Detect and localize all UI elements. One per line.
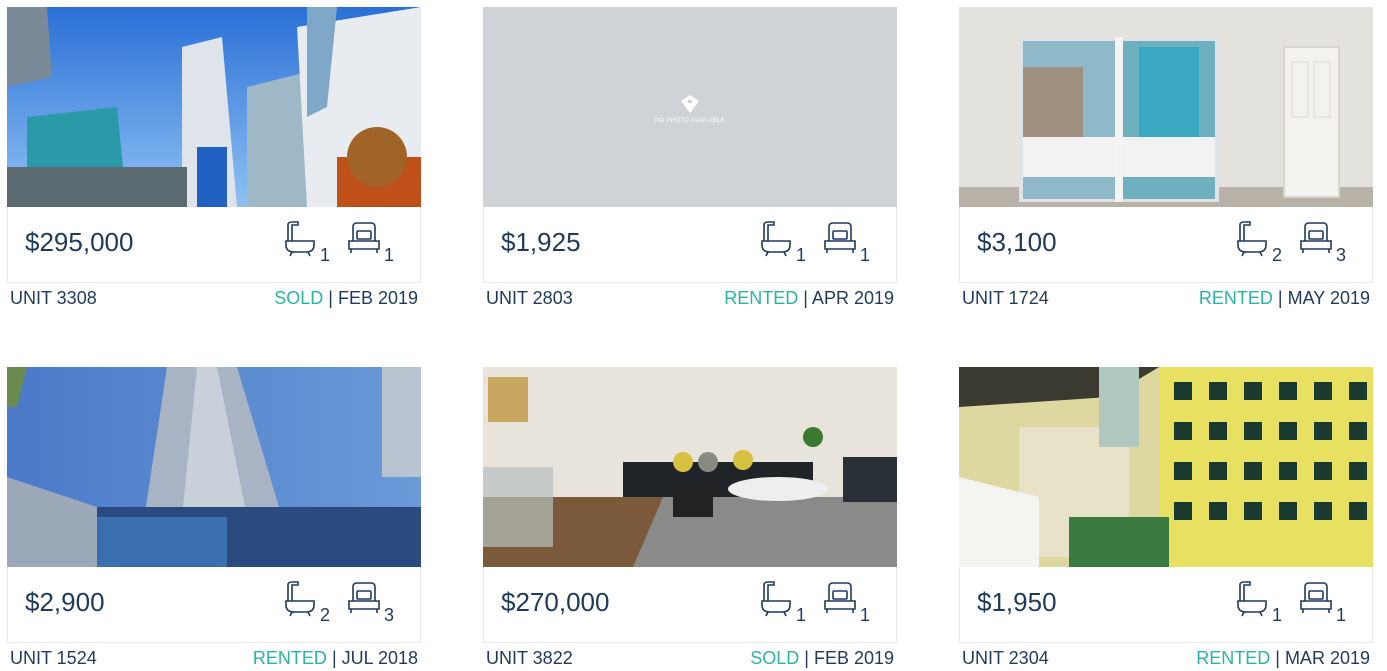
bed-icon xyxy=(348,222,380,253)
bathtub-icon xyxy=(1237,581,1267,617)
bath-count: 2 xyxy=(1272,245,1283,265)
unit-number: UNIT 3822 xyxy=(486,648,573,668)
bed-count: 3 xyxy=(384,605,395,625)
status-badge: RENTED xyxy=(252,648,327,668)
listing-photo[interactable] xyxy=(959,367,1373,567)
bed-count: 1 xyxy=(384,245,395,265)
bathtub-icon xyxy=(285,581,315,617)
listing-info-panel: $3,100 2 3 xyxy=(959,207,1373,283)
status-date: RENTED | JUL 2018 xyxy=(253,648,418,669)
listing-meta: UNIT 2803 RENTED | APR 2019 xyxy=(483,288,897,314)
status-badge: SOLD xyxy=(750,648,800,668)
status-date-text: | FEB 2019 xyxy=(804,648,894,668)
bed-icon xyxy=(348,582,380,613)
unit-number: UNIT 3308 xyxy=(10,288,97,308)
bath-count: 1 xyxy=(796,245,807,265)
bathtub-icon xyxy=(761,221,791,257)
listing-photo[interactable] xyxy=(483,367,897,567)
listing-price: $2,900 xyxy=(25,587,105,617)
unit-number: UNIT 1524 xyxy=(10,648,97,668)
listing-meta: UNIT 1524 RENTED | JUL 2018 xyxy=(7,648,421,671)
unit-number: UNIT 1724 xyxy=(962,288,1049,308)
no-photo-text: NO PHOTO AVAILABLE xyxy=(654,118,726,124)
status-date: RENTED | APR 2019 xyxy=(724,288,894,309)
status-date: RENTED | MAY 2019 xyxy=(1199,288,1370,309)
bath-count: 1 xyxy=(796,605,807,625)
status-date: SOLD | FEB 2019 xyxy=(274,288,418,309)
bathtub-icon xyxy=(285,221,315,257)
listing-info-panel: $1,950 1 1 xyxy=(959,567,1373,643)
bed-count: 3 xyxy=(1336,245,1347,265)
status-badge: RENTED xyxy=(724,288,799,308)
status-badge: RENTED xyxy=(1198,288,1273,308)
bed-icon xyxy=(824,582,856,613)
house-logo-icon xyxy=(681,95,699,113)
listing-info-panel: $295,000 1 1 xyxy=(7,207,421,283)
status-date-text: | APR 2019 xyxy=(803,288,894,308)
listing-photo[interactable] xyxy=(7,367,421,567)
bathtub-icon xyxy=(761,581,791,617)
listing-price: $1,925 xyxy=(501,227,581,257)
status-date-text: | JUL 2018 xyxy=(331,648,418,668)
status-date-text: | FEB 2019 xyxy=(328,288,418,308)
listing-meta: UNIT 2304 RENTED | MAR 2019 xyxy=(959,648,1373,671)
listing-meta: UNIT 1724 RENTED | MAY 2019 xyxy=(959,288,1373,314)
listing-price: $270,000 xyxy=(501,587,610,617)
listing-info-panel: $270,000 1 1 xyxy=(483,567,897,643)
listing-meta: UNIT 3308 SOLD | FEB 2019 xyxy=(7,288,421,314)
status-date-text: | MAR 2019 xyxy=(1275,648,1370,668)
status-date-text: | MAY 2019 xyxy=(1277,288,1370,308)
unit-number: UNIT 2304 xyxy=(962,648,1049,668)
bathtub-icon xyxy=(1237,221,1267,257)
unit-number: UNIT 2803 xyxy=(486,288,573,308)
bath-count: 2 xyxy=(320,605,331,625)
status-badge: SOLD xyxy=(274,288,324,308)
listing-meta: UNIT 3822 SOLD | FEB 2019 xyxy=(483,648,897,671)
bed-count: 1 xyxy=(860,605,871,625)
listing-price: $295,000 xyxy=(25,227,134,257)
listing-price: $3,100 xyxy=(977,227,1057,257)
bed-count: 1 xyxy=(1336,605,1347,625)
listing-photo[interactable] xyxy=(959,7,1373,207)
listing-price: $1,950 xyxy=(977,587,1057,617)
listing-photo[interactable]: NO PHOTO AVAILABLE xyxy=(483,7,897,207)
bed-count: 1 xyxy=(860,245,871,265)
status-badge: RENTED xyxy=(1196,648,1271,668)
listing-info-panel: $1,925 1 1 xyxy=(483,207,897,283)
bath-count: 1 xyxy=(1272,605,1283,625)
status-date: RENTED | MAR 2019 xyxy=(1196,648,1370,669)
bed-icon xyxy=(824,222,856,253)
listing-photo[interactable] xyxy=(7,7,421,207)
listing-info-panel: $2,900 2 3 xyxy=(7,567,421,643)
no-photo-placeholder: NO PHOTO AVAILABLE xyxy=(483,7,897,207)
bath-count: 1 xyxy=(320,245,331,265)
status-date: SOLD | FEB 2019 xyxy=(750,648,894,669)
bed-icon xyxy=(1300,222,1332,253)
bed-icon xyxy=(1300,582,1332,613)
